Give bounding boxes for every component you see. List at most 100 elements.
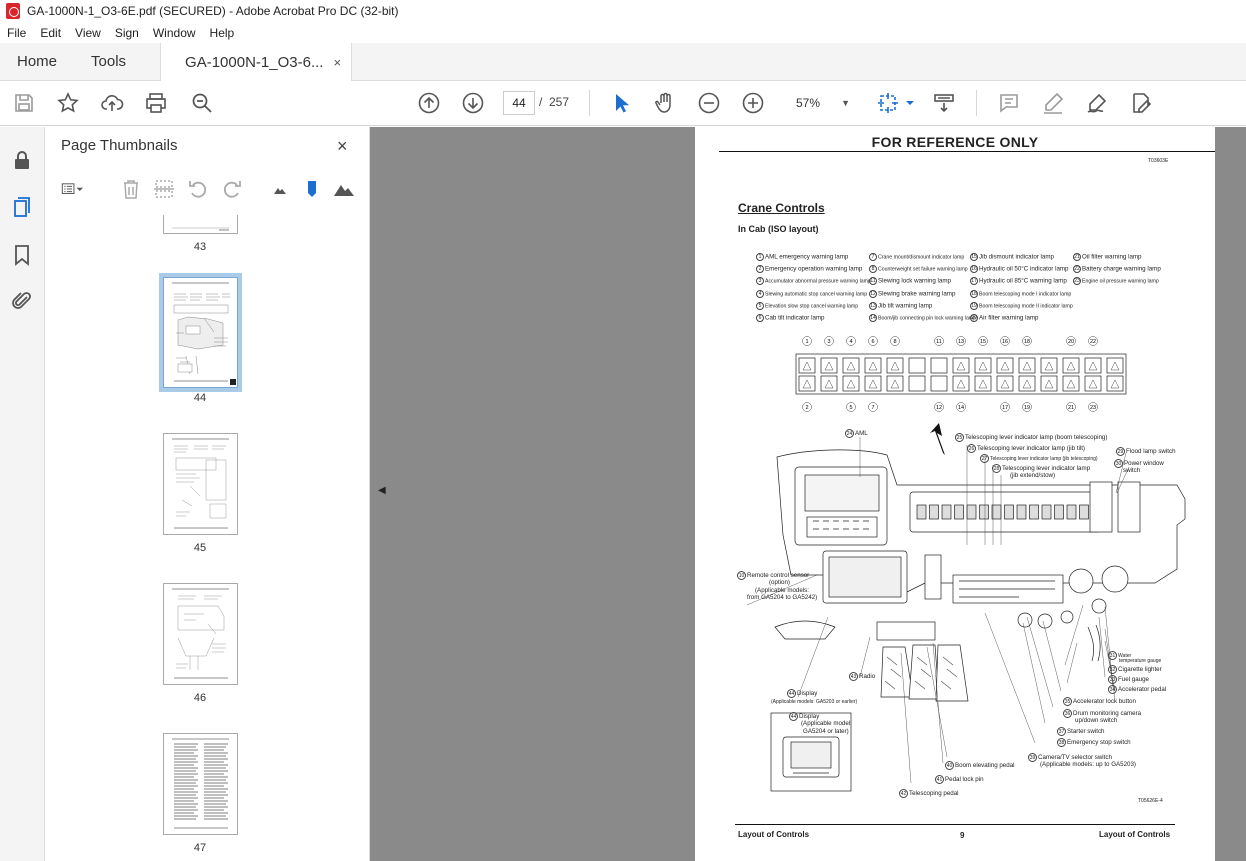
thumbnail-slider-icon[interactable] bbox=[301, 178, 323, 200]
save-icon[interactable] bbox=[12, 91, 36, 115]
panel-title: Page Thumbnails bbox=[61, 137, 178, 154]
callout-44-note: (Applicable models: GA5203 or earlier) bbox=[771, 699, 858, 705]
comment-icon[interactable] bbox=[997, 91, 1021, 115]
bookmark-star-icon[interactable] bbox=[56, 91, 80, 115]
callout-44: 44 Display bbox=[787, 689, 818, 698]
redact-icon[interactable] bbox=[1129, 91, 1153, 115]
thumbnail-label: 45 bbox=[193, 542, 207, 554]
menu-edit[interactable]: Edit bbox=[33, 26, 68, 40]
menu-window[interactable]: Window bbox=[146, 26, 203, 40]
lamp-number: 11 bbox=[936, 339, 942, 345]
fit-page-icon[interactable] bbox=[876, 91, 900, 115]
callout-37: 37 Starter switch bbox=[1057, 727, 1105, 736]
callout-27: 27 Telescoping lever indicator lamp (jib … bbox=[980, 454, 1098, 463]
menu-view[interactable]: View bbox=[68, 26, 108, 40]
callout-39-note: (Applicable models: up to GA5203) bbox=[1040, 761, 1136, 768]
tab-document[interactable]: GA-1000N-1_O3-6... × bbox=[160, 43, 353, 82]
thumbnail-larger-icon[interactable] bbox=[333, 178, 355, 200]
tab-tools[interactable]: Tools bbox=[74, 43, 143, 80]
thumbnails-list: 43 44 45 46 47 bbox=[45, 215, 350, 861]
zoom-search-icon[interactable] bbox=[190, 91, 214, 115]
bookmarks-icon[interactable] bbox=[10, 243, 34, 267]
thumbnail-smaller-icon[interactable] bbox=[269, 178, 291, 200]
tab-bar: Home Tools GA-1000N-1_O3-6... × bbox=[0, 43, 1246, 82]
lamp-cell bbox=[886, 357, 904, 374]
lock-icon[interactable] bbox=[10, 148, 34, 172]
lamp-cell bbox=[908, 375, 926, 392]
zoom-out-icon[interactable] bbox=[697, 91, 721, 115]
thumbnail-label: 46 bbox=[193, 692, 207, 704]
thumbnail-label: 44 bbox=[193, 392, 207, 404]
tab-home[interactable]: Home bbox=[0, 43, 74, 80]
lamp-number: 12 bbox=[936, 405, 942, 411]
zoom-level-select[interactable]: 57% ▼ bbox=[786, 91, 856, 115]
lamp-number: 21 bbox=[1068, 405, 1074, 411]
lamp-cell bbox=[1040, 375, 1058, 392]
lamp-number: 5 bbox=[849, 405, 852, 411]
hand-tool-icon[interactable] bbox=[653, 91, 677, 115]
thumbnail-page-43[interactable] bbox=[163, 215, 238, 234]
lamp-cell bbox=[930, 357, 948, 374]
thumbnail-options-icon[interactable] bbox=[61, 178, 95, 200]
lamp-cell bbox=[864, 375, 882, 392]
lamp-symbol bbox=[1066, 361, 1076, 389]
rotate-left-icon[interactable] bbox=[187, 178, 209, 200]
menu-sign[interactable]: Sign bbox=[108, 26, 146, 40]
rotate-right-icon[interactable] bbox=[221, 178, 243, 200]
zoom-in-icon[interactable] bbox=[741, 91, 765, 115]
legend-item: 23 Engine oil pressure warning lamp bbox=[1073, 277, 1159, 285]
close-tab-icon[interactable]: × bbox=[333, 55, 341, 70]
lamp-cell bbox=[996, 375, 1014, 392]
callout-29: 29 Flood lamp switch bbox=[1116, 447, 1176, 456]
lamp-symbol bbox=[846, 361, 856, 389]
thumbnail-page-46[interactable] bbox=[163, 583, 238, 685]
lamp-cell bbox=[798, 375, 816, 392]
scroll-mode-icon[interactable] bbox=[932, 91, 956, 115]
upload-cloud-icon[interactable] bbox=[100, 91, 124, 115]
thumbnail-page-44[interactable] bbox=[163, 277, 238, 388]
close-panel-icon[interactable]: × bbox=[337, 136, 348, 157]
dashboard-lamp bbox=[1004, 504, 1014, 520]
dashboard-lamp bbox=[1079, 504, 1089, 520]
document-viewer[interactable]: ◀ FOR REFERENCE ONLY T03603E Crane Contr… bbox=[370, 127, 1246, 861]
legend-item: 19 Boom telescoping mode II indicator lam… bbox=[970, 302, 1073, 310]
sign-icon[interactable] bbox=[1085, 91, 1109, 115]
crane-controls-diagram: 1 3 4 6 8 11 13 15 16 18 20 222 5 7 12 14 17 19 21 23 bbox=[746, 336, 1186, 792]
fit-dropdown-icon[interactable] bbox=[898, 91, 914, 115]
lamp-cell bbox=[1018, 375, 1036, 392]
highlight-pen-icon[interactable] bbox=[1041, 91, 1065, 115]
legend-item: 12 Slewing brake warning lamp bbox=[869, 290, 956, 298]
thumbnail-page-47[interactable] bbox=[163, 733, 238, 835]
callout-35: 35 Accelerator lock button bbox=[1063, 697, 1136, 706]
lamp-cell bbox=[996, 357, 1014, 374]
dashboard-lamp bbox=[916, 504, 927, 520]
section-subtitle: In Cab (ISO layout) bbox=[738, 224, 819, 234]
delete-page-icon[interactable] bbox=[120, 178, 142, 200]
document-code: T03603E bbox=[1148, 158, 1169, 164]
callout-44-note: GA5204 or later) bbox=[803, 728, 849, 735]
lamp-cell bbox=[820, 375, 838, 392]
attachments-icon[interactable] bbox=[10, 289, 34, 313]
toolbar-divider bbox=[589, 90, 590, 116]
callout-31-note: temperature gauge bbox=[1119, 658, 1162, 664]
previous-page-icon[interactable] bbox=[417, 91, 441, 115]
lamp-number: 19 bbox=[1024, 405, 1030, 411]
menu-file[interactable]: File bbox=[0, 26, 33, 40]
menu-help[interactable]: Help bbox=[203, 26, 242, 40]
extract-page-icon[interactable] bbox=[153, 178, 175, 200]
lamp-cell bbox=[1084, 357, 1102, 374]
chevron-down-icon: ▼ bbox=[841, 98, 850, 108]
section-title: Crane Controls bbox=[738, 201, 825, 215]
collapse-panel-icon[interactable]: ◀ bbox=[378, 485, 386, 496]
dashboard-lamp bbox=[954, 504, 964, 520]
page-thumbnails-icon[interactable] bbox=[10, 195, 34, 219]
select-cursor-icon[interactable] bbox=[609, 91, 633, 115]
thumbnail-page-45[interactable] bbox=[163, 433, 238, 535]
next-page-icon[interactable] bbox=[461, 91, 485, 115]
page-number-input[interactable]: 44 bbox=[503, 91, 535, 115]
footer-rule bbox=[735, 824, 1175, 825]
lamp-symbol bbox=[890, 361, 900, 389]
print-icon[interactable] bbox=[144, 91, 168, 115]
dashboard-lamp bbox=[1029, 504, 1039, 520]
lamp-symbol bbox=[1088, 361, 1098, 389]
